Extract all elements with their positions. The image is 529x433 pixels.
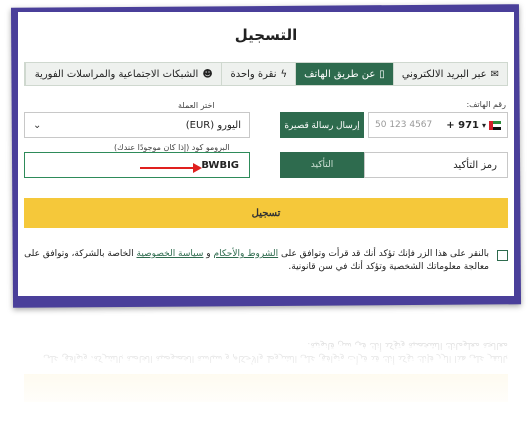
tab-one-click-label: نقرة واحدة [230,68,277,80]
tab-social-label: الشبكات الاجتماعية والمراسلات الفورية [34,68,199,80]
registration-form: التسجيل ✉ عبر البريد الالكتروني ▯ عن طري… [18,12,514,296]
arrow-shaft [140,167,194,169]
reflection-fade [0,312,529,433]
phone-label: رقم الهاتف: [466,100,506,109]
chevron-down-icon: ⌄ [33,119,42,131]
tab-email-label: عبر البريد الالكتروني [401,68,487,80]
privacy-policy-link[interactable]: سياسة الخصوصية [137,249,204,259]
terms-text-middle: و [203,249,214,259]
tab-phone[interactable]: ▯ عن طريق الهاتف [295,63,393,85]
confirmation-code-placeholder: رمز التأكيد [453,159,497,171]
registration-tabs: ✉ عبر البريد الالكتروني ▯ عن طريق الهاتف… [24,62,508,86]
confirm-button[interactable]: التأكيد [280,152,364,178]
promo-code-value: BWBIG [201,159,239,171]
phone-placeholder: 50 123 4567 [375,120,433,130]
bolt-icon: ϟ [280,68,288,80]
users-icon: ☻ [202,68,213,80]
envelope-icon: ✉ [490,68,499,80]
terms-text-before: بالنقر على هذا الزر فإنك تؤكد أنك قد قرأ… [278,249,489,259]
promo-label: البرومو كود (إذا كان موجودًا عندك) [114,143,230,152]
phone-input[interactable]: 50 123 4567 + 971 ▾ [368,112,508,138]
uae-flag-icon [489,120,501,130]
form-title: التسجيل [234,26,298,44]
confirmation-code-input[interactable]: رمز التأكيد [364,152,508,178]
chevron-down-icon: ▾ [481,120,486,130]
arrow-head [193,163,202,173]
currency-label: اختر العملة [178,101,215,110]
currency-select[interactable]: اليورو (EUR) ⌄ [24,112,250,138]
terms-text: بالنقر على هذا الزر فإنك تؤكد أنك قد قرأ… [24,248,489,274]
country-code: + 971 [446,119,479,131]
red-arrow-annotation [140,163,202,173]
tab-one-click[interactable]: ϟ نقرة واحدة [221,63,296,85]
tab-phone-label: عن طريق الهاتف [304,68,376,80]
register-button[interactable]: تسجيل [24,198,508,228]
terms-checkbox[interactable] [497,250,508,261]
currency-value: اليورو (EUR) [185,119,241,131]
country-code-selector[interactable]: + 971 ▾ [443,120,501,131]
tab-email[interactable]: ✉ عبر البريد الالكتروني [392,63,507,85]
tab-social[interactable]: ☻ الشبكات الاجتماعية والمراسلات الفورية [25,63,222,85]
terms-agreement: بالنقر على هذا الزر فإنك تؤكد أنك قد قرأ… [24,248,508,274]
terms-conditions-link[interactable]: الشروط والأحكام [214,249,279,259]
phone-icon: ▯ [379,68,385,80]
send-sms-button[interactable]: إرسال رسالة قصيرة [280,112,364,138]
promo-code-input[interactable]: BWBIG [24,152,250,178]
